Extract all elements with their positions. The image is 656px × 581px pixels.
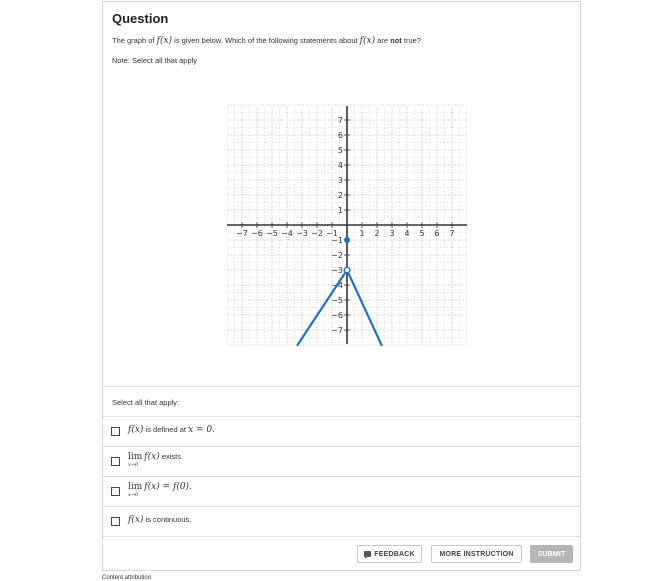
x-tick-label: 3 xyxy=(389,229,394,238)
y-tick-label: 5 xyxy=(338,146,343,155)
x-tick-label: −2 xyxy=(311,229,323,238)
y-tick-label: −2 xyxy=(331,251,343,260)
x-tick-label: 2 xyxy=(374,229,379,238)
question-note: Note: Select all that apply xyxy=(112,56,198,65)
x-tick-label: −5 xyxy=(266,229,278,238)
open-point xyxy=(343,266,351,274)
more-instruction-button[interactable]: MORE INSTRUCTION xyxy=(431,545,522,563)
option-text: f(x) is defined at x = 0. xyxy=(128,425,215,435)
x-tick-label: 5 xyxy=(419,229,424,238)
y-tick-label: 7 xyxy=(338,116,343,125)
y-tick-label: 2 xyxy=(338,191,343,200)
limit-operator: lim x→0 xyxy=(128,482,143,498)
y-tick-label: 6 xyxy=(338,131,343,140)
y-tick-label: −3 xyxy=(331,266,343,275)
option-continuous[interactable]: f(x) is continuous. xyxy=(103,507,580,536)
question-text: The graph of f(x) is given below. Which … xyxy=(112,36,421,46)
option-text: f(x) is continuous. xyxy=(128,515,192,525)
y-tick-label: −7 xyxy=(331,326,343,335)
graph-axes xyxy=(227,106,467,344)
x-tick-label: −6 xyxy=(251,229,263,238)
x-tick-label: −7 xyxy=(236,229,248,238)
feedback-button[interactable]: FEEDBACK xyxy=(357,545,422,563)
question-card: Question The graph of f(x) is given belo… xyxy=(102,1,581,571)
divider xyxy=(103,536,580,537)
y-tick-label: 4 xyxy=(338,161,343,170)
submit-button[interactable]: SUBMIT xyxy=(530,545,573,563)
y-tick-label: 1 xyxy=(338,206,343,215)
x-tick-label: −3 xyxy=(296,229,308,238)
y-tick-label: −6 xyxy=(331,311,343,320)
y-tick-label: 3 xyxy=(338,176,343,185)
question-title: Question xyxy=(112,11,169,26)
option-limit-equals-value[interactable]: lim x→0 f(x) = f(0). xyxy=(103,477,580,506)
x-tick-label: 4 xyxy=(404,229,409,238)
function-graph: −7−6−5−4−3−2−112345677654321−1−2−3−4−5−6… xyxy=(227,104,467,347)
x-tick-label: 1 xyxy=(359,229,364,238)
y-tick-label: −1 xyxy=(331,236,343,245)
filled-point xyxy=(344,237,350,243)
option-text: lim x→0 f(x) exists. xyxy=(128,452,184,468)
divider xyxy=(103,386,580,387)
x-tick-label: −4 xyxy=(281,229,293,238)
x-tick-label: 7 xyxy=(449,229,454,238)
limit-operator: lim x→0 xyxy=(128,452,143,468)
option-limit-exists[interactable]: lim x→0 f(x) exists. xyxy=(103,447,580,476)
checkbox[interactable] xyxy=(111,427,120,436)
checkbox[interactable] xyxy=(111,487,120,496)
option-text: lim x→0 f(x) = f(0). xyxy=(128,482,192,498)
checkbox[interactable] xyxy=(111,517,120,526)
curve-segment xyxy=(345,268,383,347)
checkbox[interactable] xyxy=(111,457,120,466)
comment-icon xyxy=(364,551,372,559)
x-tick-label: 6 xyxy=(434,229,439,238)
option-defined-at-zero[interactable]: f(x) is defined at x = 0. xyxy=(103,417,580,446)
select-all-label: Select all that apply: xyxy=(112,398,180,407)
y-tick-label: −5 xyxy=(331,296,343,305)
content-attribution-link[interactable]: Content attribution xyxy=(102,575,151,581)
